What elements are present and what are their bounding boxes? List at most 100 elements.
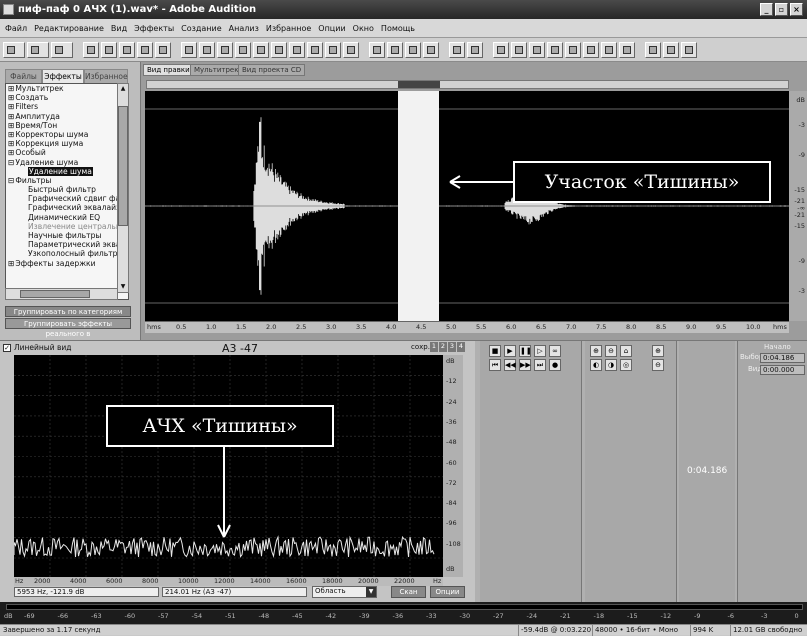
hscroll-thumb[interactable] xyxy=(20,290,90,298)
tree-item[interactable]: Быстрый фильтр xyxy=(6,185,128,194)
expand-icon[interactable]: ⊞ xyxy=(8,148,14,157)
play-icon[interactable]: ▶ xyxy=(504,345,516,357)
copy-icon[interactable] xyxy=(235,41,251,58)
menu-window[interactable]: Окно xyxy=(353,24,374,33)
slot-1[interactable]: 1 xyxy=(430,342,438,352)
tree-item[interactable]: ⊟Фильтры xyxy=(6,176,128,185)
fast-forward-icon[interactable]: ▶▶ xyxy=(519,359,531,371)
panel-icon-10[interactable] xyxy=(663,41,679,58)
expand-icon[interactable]: ⊞ xyxy=(8,130,14,139)
menu-help[interactable]: Помощь xyxy=(381,24,415,33)
time-selection-tool-icon[interactable] xyxy=(449,41,465,58)
slot-4[interactable]: 4 xyxy=(457,342,465,352)
tree-item[interactable]: ⊞Особый xyxy=(6,148,128,157)
maximize-button[interactable]: ▫ xyxy=(775,3,788,16)
multitrack-view-icon[interactable] xyxy=(27,41,49,58)
pan-view-icon[interactable] xyxy=(405,41,421,58)
view-start-field[interactable]: 0:00.000 xyxy=(760,365,805,375)
collapse-icon[interactable]: ⊟ xyxy=(8,158,14,167)
expand-icon[interactable]: ⊞ xyxy=(8,139,14,148)
menu-generate[interactable]: Создание xyxy=(181,24,222,33)
menu-options[interactable]: Опции xyxy=(318,24,345,33)
save-icon[interactable] xyxy=(119,41,135,58)
tree-item[interactable]: Узкополосный фильтр xyxy=(6,249,128,258)
tree-item[interactable]: ⊞Создать xyxy=(6,93,128,102)
tree-item[interactable]: Графический эквалайзе xyxy=(6,203,128,212)
panel-icon-6[interactable] xyxy=(583,41,599,58)
menu-analyze[interactable]: Анализ xyxy=(229,24,259,33)
tree-item[interactable]: Извлечение центрально xyxy=(6,222,128,231)
tab-edit-view[interactable]: Вид правки xyxy=(143,64,194,76)
tree-item[interactable]: ⊞Мультитрек xyxy=(6,84,128,93)
tree-item[interactable]: ⊞Filters xyxy=(6,102,128,111)
scroll-up-icon[interactable]: ▲ xyxy=(119,85,127,93)
repeat-icon[interactable] xyxy=(217,41,233,58)
tab-favorites[interactable]: Избранное xyxy=(84,69,128,83)
panel-icon-2[interactable] xyxy=(511,41,527,58)
zoom-in-icon[interactable]: ⊕ xyxy=(590,345,602,357)
copy-new-icon[interactable] xyxy=(253,41,269,58)
record-icon[interactable]: ● xyxy=(549,359,561,371)
mix-paste-icon[interactable] xyxy=(325,41,341,58)
panel-icon-11[interactable] xyxy=(681,41,697,58)
waveform-view-icon[interactable] xyxy=(369,41,385,58)
tree-item[interactable]: Графический сдвиг фаз xyxy=(6,194,128,203)
chevron-down-icon[interactable]: ▼ xyxy=(366,587,376,597)
tree-item[interactable]: ⊞Эффекты задержки xyxy=(6,259,128,268)
trim-icon[interactable] xyxy=(343,41,359,58)
options-button[interactable]: Опции xyxy=(430,586,465,598)
tree-vertical-scrollbar[interactable]: ▲ ▼ xyxy=(117,83,129,293)
tree-item[interactable]: Параметрический эквал xyxy=(6,240,128,249)
open-file-icon[interactable] xyxy=(101,41,117,58)
tree-item[interactable]: ⊟Удаление шума xyxy=(6,158,128,167)
collapse-icon[interactable]: ⊟ xyxy=(8,176,14,185)
cut-icon[interactable] xyxy=(271,41,287,58)
save-as-icon[interactable] xyxy=(137,41,153,58)
overview-viewport[interactable] xyxy=(398,81,440,88)
edit-view-icon[interactable] xyxy=(3,41,25,58)
rewind-icon[interactable]: ◀◀ xyxy=(504,359,516,371)
panel-icon-5[interactable] xyxy=(565,41,581,58)
new-file-icon[interactable] xyxy=(83,41,99,58)
expand-icon[interactable]: ⊞ xyxy=(8,102,14,111)
pause-icon[interactable]: ❚❚ xyxy=(519,345,532,357)
menu-edit[interactable]: Редактирование xyxy=(34,24,104,33)
menu-view[interactable]: Вид xyxy=(111,24,127,33)
spectrum-graph[interactable]: АЧХ «Тишины» xyxy=(13,355,443,577)
selection-start-field[interactable]: 0:04.186 xyxy=(760,353,805,363)
loop-icon[interactable]: ∞ xyxy=(549,345,561,357)
area-select[interactable]: Область ▼ xyxy=(312,586,377,598)
slot-2[interactable]: 2 xyxy=(439,342,447,352)
tree-item[interactable]: ⊞Корректоры шума xyxy=(6,130,128,139)
play-to-end-icon[interactable]: ▷ xyxy=(534,345,546,357)
close-button[interactable]: × xyxy=(790,3,803,16)
zoom-vertical-in-icon[interactable]: ⊕ xyxy=(652,345,664,357)
marquee-tool-icon[interactable] xyxy=(467,41,483,58)
tree-horizontal-scrollbar[interactable] xyxy=(5,288,118,300)
expand-icon[interactable]: ⊞ xyxy=(8,93,14,102)
tree-item[interactable]: ⊞Время/Тон xyxy=(6,121,128,130)
paste-icon[interactable] xyxy=(289,41,305,58)
slot-3[interactable]: 3 xyxy=(448,342,456,352)
waveform-display[interactable]: Участок «Тишины» xyxy=(145,91,789,321)
tree-item[interactable]: ⊞Амплитуда xyxy=(6,112,128,121)
tree-item[interactable]: Динамический EQ xyxy=(6,213,128,222)
panel-icon-9[interactable] xyxy=(645,41,661,58)
realtime-group-button[interactable]: Группировать эффекты реального в xyxy=(5,318,131,338)
spectral-view-icon[interactable] xyxy=(387,41,403,58)
undo-icon[interactable] xyxy=(181,41,197,58)
tab-files[interactable]: Файлы xyxy=(5,69,42,83)
expand-icon[interactable]: ⊞ xyxy=(8,112,14,121)
menu-effects[interactable]: Эффекты xyxy=(134,24,174,33)
overview-bar[interactable] xyxy=(146,80,789,89)
tree-item[interactable]: Удаление шума xyxy=(6,166,128,176)
expand-icon[interactable]: ⊞ xyxy=(8,259,14,268)
zoom-full-icon[interactable]: ⌂ xyxy=(620,345,632,357)
zoom-vertical-out-icon[interactable]: ⊖ xyxy=(652,359,664,371)
menu-favorites[interactable]: Избранное xyxy=(266,24,311,33)
scroll-down-icon[interactable]: ▼ xyxy=(119,283,127,291)
zoom-left-icon[interactable]: ◐ xyxy=(590,359,602,371)
tree-item[interactable]: ⊞Коррекция шума xyxy=(6,139,128,148)
panel-icon-8[interactable] xyxy=(619,41,635,58)
tab-multitrack[interactable]: Мультитрек xyxy=(190,64,243,76)
